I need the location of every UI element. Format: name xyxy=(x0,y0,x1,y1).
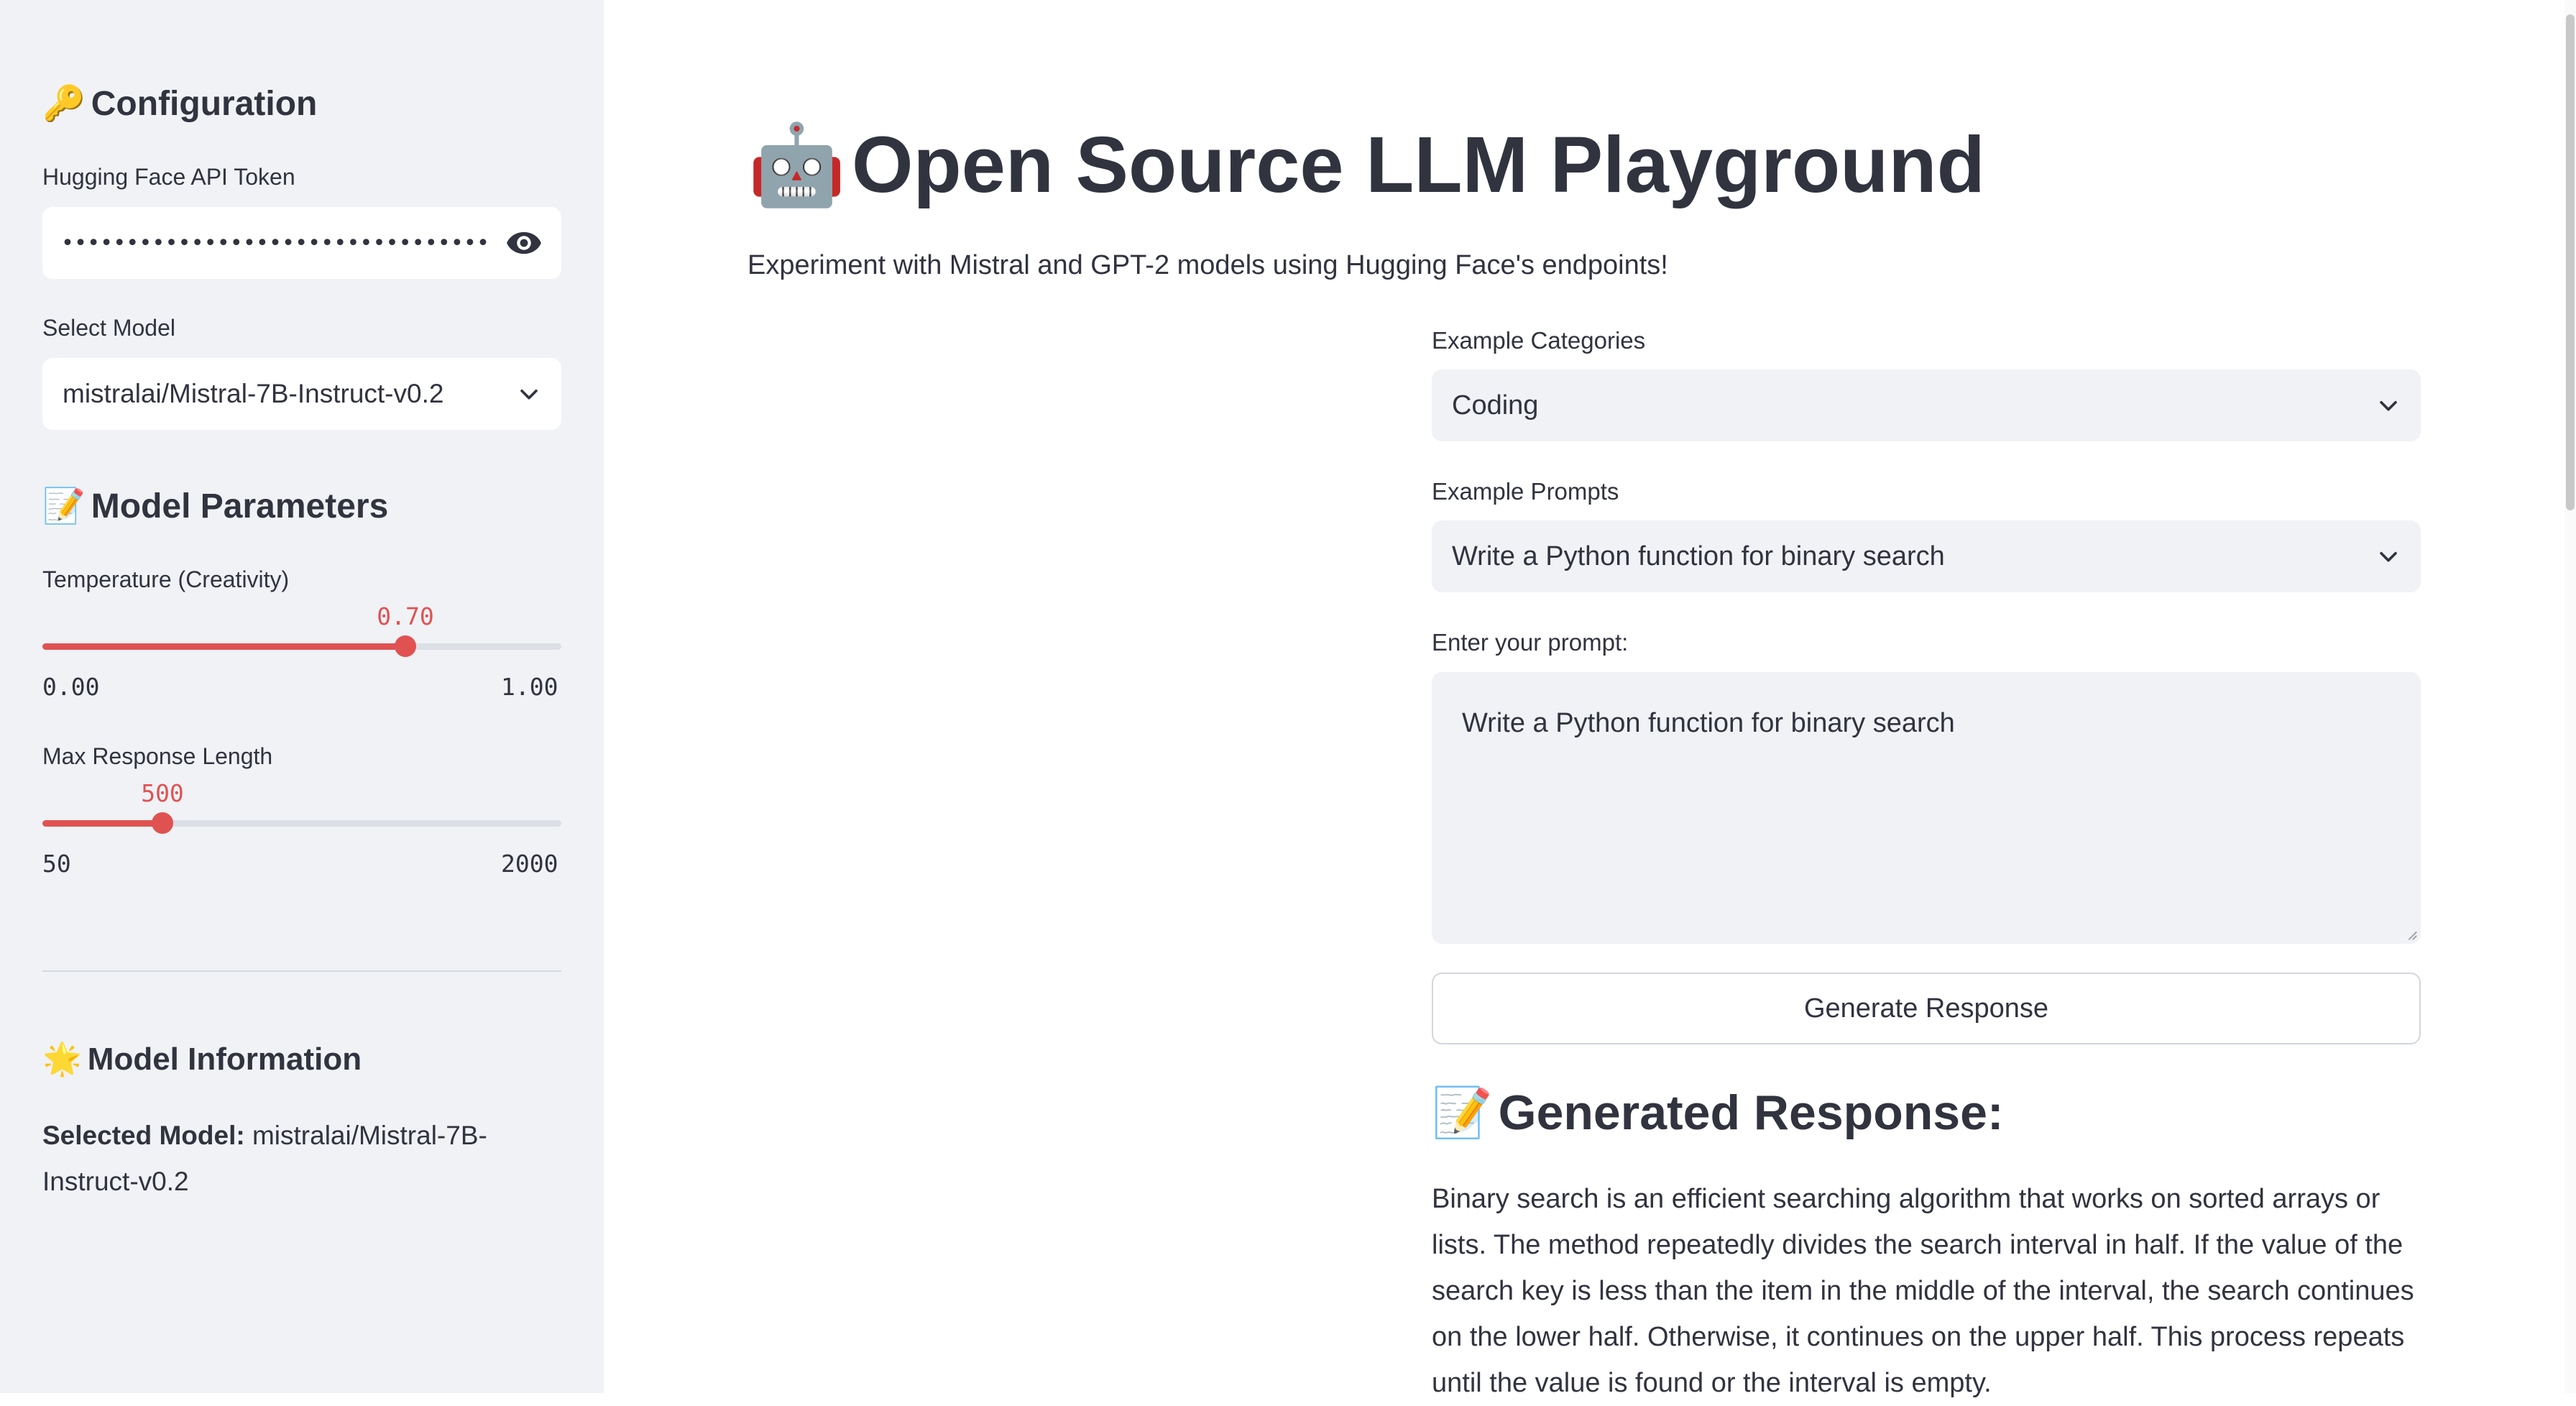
model-parameters-heading: 📝 Model Parameters xyxy=(42,486,389,526)
scrollbar-thumb[interactable] xyxy=(2566,14,2575,510)
eye-icon[interactable] xyxy=(505,230,543,256)
prompt-label: Enter your prompt: xyxy=(1432,629,1629,656)
categories-select[interactable]: Coding xyxy=(1432,369,2421,441)
categories-label: Example Categories xyxy=(1432,327,1646,354)
robot-icon: 🤖 xyxy=(748,119,846,211)
categories-select-value: Coding xyxy=(1452,390,1539,421)
max-length-slider-fill xyxy=(42,820,162,827)
generate-response-button[interactable]: Generate Response xyxy=(1432,973,2421,1044)
max-length-min: 50 xyxy=(42,850,71,878)
model-select-value: mistralai/Mistral-7B-Instruct-v0.2 xyxy=(63,379,444,408)
resize-handle-icon[interactable] xyxy=(2405,928,2418,941)
max-length-slider-thumb[interactable] xyxy=(151,812,173,834)
temperature-label: Temperature (Creativity) xyxy=(42,566,290,592)
memo-icon: 📝 xyxy=(1432,1085,1493,1141)
model-information-heading: 🌟 Model Information xyxy=(42,1041,362,1078)
max-length-label: Max Response Length xyxy=(42,743,273,769)
memo-icon: 📝 xyxy=(42,486,86,526)
max-length-value: 500 xyxy=(141,779,184,807)
temperature-slider-fill xyxy=(42,643,406,650)
max-length-slider[interactable] xyxy=(42,812,561,834)
key-icon: 🔑 xyxy=(42,83,86,124)
temperature-value: 0.70 xyxy=(377,602,434,630)
prompts-label: Example Prompts xyxy=(1432,478,1619,505)
page-subtitle: Experiment with Mistral and GPT-2 models… xyxy=(748,250,1668,280)
token-value[interactable]: •••••••••••••••••••••••••••••••••••••• xyxy=(61,231,491,256)
sidebar-divider xyxy=(42,970,561,972)
chevron-down-icon xyxy=(520,389,538,400)
prompt-text[interactable]: Write a Python function for binary searc… xyxy=(1462,708,1955,738)
sidebar: 🔑 Configuration Hugging Face API Token ••… xyxy=(0,0,604,1393)
star-icon: 🌟 xyxy=(42,1041,82,1078)
prompts-select-value: Write a Python function for binary searc… xyxy=(1452,541,1945,571)
chevron-down-icon xyxy=(2380,400,2397,411)
temperature-slider[interactable] xyxy=(42,635,561,657)
model-information: Selected Model: mistralai/Mistral-7B-Ins… xyxy=(42,1113,561,1205)
chevron-down-icon xyxy=(2380,551,2397,562)
scrollbar[interactable] xyxy=(2564,0,2576,1393)
model-label: Select Model xyxy=(42,315,175,341)
page-title: 🤖Open Source LLM Playground xyxy=(748,119,1985,211)
selected-model-label: Selected Model: xyxy=(42,1121,245,1150)
prompt-textarea[interactable]: Write a Python function for binary searc… xyxy=(1432,672,2421,944)
temperature-min: 0.00 xyxy=(42,673,100,701)
model-select[interactable]: mistralai/Mistral-7B-Instruct-v0.2 xyxy=(42,358,561,430)
generated-response-text: Binary search is an efficient searching … xyxy=(1432,1184,2414,1398)
temperature-slider-thumb[interactable] xyxy=(395,635,417,657)
configuration-heading: 🔑 Configuration xyxy=(42,83,318,124)
max-length-max: 2000 xyxy=(501,850,558,878)
api-token-input[interactable]: •••••••••••••••••••••••••••••••••••••• xyxy=(42,207,561,279)
token-label: Hugging Face API Token xyxy=(42,164,295,190)
generated-response-heading: 📝 Generated Response: xyxy=(1432,1085,2004,1141)
temperature-max: 1.00 xyxy=(501,673,558,701)
prompts-select[interactable]: Write a Python function for binary searc… xyxy=(1432,520,2421,592)
